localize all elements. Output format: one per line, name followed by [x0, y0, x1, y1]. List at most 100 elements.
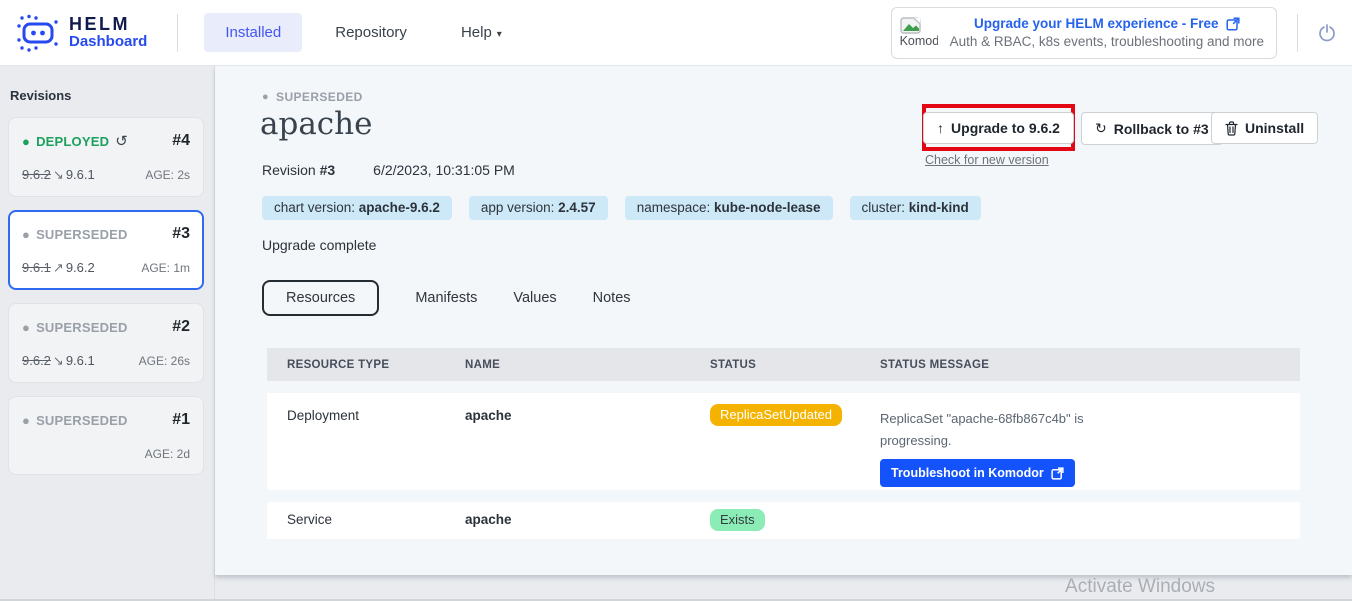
power-icon: [1318, 24, 1336, 42]
status-badge: ReplicaSetUpdated: [710, 404, 842, 426]
revision-versions: 9.6.1↗9.6.2: [22, 260, 95, 276]
arrow-up-icon: ↑: [937, 120, 944, 136]
cell-status: ReplicaSetUpdated: [690, 393, 860, 490]
revisions-title: Revisions: [10, 88, 204, 103]
chart-version-chip: chart version: apache-9.6.2: [262, 196, 452, 220]
tab-resources[interactable]: Resources: [262, 280, 379, 316]
tab-manifests[interactable]: Manifests: [415, 281, 477, 315]
cell-name: apache: [445, 393, 690, 490]
reload-icon: ↺: [115, 132, 128, 150]
help-label: Help: [461, 24, 492, 41]
cluster-chip: cluster: kind-kind: [850, 196, 981, 220]
external-link-icon: [1226, 17, 1240, 31]
revision-versions: 9.6.2↘9.6.1: [22, 353, 95, 369]
broken-image-icon: [900, 17, 921, 34]
revision-label: Revision #3: [262, 162, 335, 178]
revision-info-row: Revision #3 6/2/2023, 10:31:05 PM: [262, 162, 515, 178]
check-new-version-link[interactable]: Check for new version: [925, 153, 1049, 167]
revision-age: AGE: 2d: [145, 447, 190, 461]
top-navbar: HELM Dashboard Installed Repository Help…: [0, 0, 1352, 66]
revision-status: ●SUPERSEDED: [22, 413, 128, 428]
shutdown-button[interactable]: [1318, 24, 1336, 42]
uninstall-button[interactable]: Uninstall: [1211, 112, 1318, 144]
revision-number: #3: [172, 225, 190, 243]
banner-text: Upgrade your HELM experience - Free Auth…: [950, 16, 1264, 49]
nav-tab-repository[interactable]: Repository: [314, 13, 428, 52]
annotation-highlight-box: ↑ Upgrade to 9.6.2: [922, 104, 1075, 151]
cell-status-message: [860, 502, 1300, 539]
navbar-divider: [177, 14, 178, 52]
tab-values[interactable]: Values: [513, 281, 556, 315]
status-badge: Exists: [710, 509, 765, 531]
upgrade-button[interactable]: ↑ Upgrade to 9.6.2: [923, 112, 1074, 144]
revision-status: ●SUPERSEDED: [22, 320, 128, 335]
revision-status: ●SUPERSEDED: [22, 227, 128, 242]
release-status-label: ● SUPERSEDED: [262, 90, 363, 104]
komodor-alt-text: Komodor: [900, 34, 938, 48]
tab-notes[interactable]: Notes: [593, 281, 631, 315]
logo-dashboard-label: Dashboard: [69, 34, 147, 50]
status-dot-icon: ●: [22, 227, 30, 242]
table-row: Service apache Exists: [267, 502, 1300, 539]
komodor-promo-banner[interactable]: Komodor Upgrade your HELM experience - F…: [891, 7, 1277, 59]
revision-number: #1: [172, 411, 190, 429]
nav-tab-installed[interactable]: Installed: [204, 13, 302, 52]
app-version-chip: app version: 2.4.57: [469, 196, 608, 220]
rollback-button[interactable]: ↻ Rollback to #3: [1081, 112, 1223, 145]
banner-title[interactable]: Upgrade your HELM experience - Free: [950, 16, 1264, 31]
navbar-divider-right: [1297, 14, 1298, 52]
navbar-tabs: Installed Repository Help ▾: [204, 13, 522, 52]
status-dot-icon: ●: [22, 134, 30, 149]
revision-age: AGE: 2s: [145, 168, 190, 182]
revision-card-3[interactable]: ●SUPERSEDED #3 9.6.1↗9.6.2 AGE: 1m: [8, 210, 204, 290]
logo-helm-label: HELM: [69, 15, 147, 34]
namespace-chip: namespace: kube-node-lease: [625, 196, 833, 220]
helm-logo-icon: [16, 13, 60, 53]
version-arrow-icon: ↘: [51, 353, 66, 368]
external-link-icon: [1051, 467, 1064, 480]
version-arrow-icon: ↘: [51, 167, 66, 182]
logo-text: HELM Dashboard: [69, 15, 147, 50]
revision-versions: 9.6.2↘9.6.1: [22, 167, 95, 183]
revision-age: AGE: 1m: [141, 261, 190, 275]
cell-status-message: ReplicaSet "apache-68fb867c4b" is progre…: [860, 393, 1085, 490]
resources-table: RESOURCE TYPE NAME STATUS STATUS MESSAGE…: [267, 348, 1300, 539]
trash-icon: [1225, 121, 1238, 136]
banner-subtitle: Auth & RBAC, k8s events, troubleshooting…: [950, 34, 1264, 49]
col-name: NAME: [445, 359, 690, 371]
revision-number: #4: [172, 132, 190, 150]
nav-tab-help[interactable]: Help ▾: [440, 13, 523, 52]
status-dot-icon: ●: [22, 320, 30, 335]
revision-card-4[interactable]: ●DEPLOYED↺ #4 9.6.2↘9.6.1 AGE: 2s: [8, 117, 204, 197]
release-detail-panel: ● SUPERSEDED apache Revision #3 6/2/2023…: [215, 66, 1352, 575]
helm-dashboard-logo[interactable]: HELM Dashboard: [16, 13, 147, 53]
revision-status: ●DEPLOYED↺: [22, 132, 128, 150]
revision-date: 6/2/2023, 10:31:05 PM: [373, 162, 515, 178]
komodor-broken-image: Komodor: [900, 17, 940, 48]
col-status-message: STATUS MESSAGE: [860, 359, 1300, 371]
revisions-sidebar: Revisions ●DEPLOYED↺ #4 9.6.2↘9.6.1 AGE:…: [0, 66, 215, 601]
cell-resource-type: Deployment: [267, 393, 445, 490]
version-arrow-icon: ↗: [51, 260, 66, 275]
col-resource-type: RESOURCE TYPE: [267, 359, 445, 371]
status-dot-icon: ●: [22, 413, 30, 428]
activate-windows-watermark: Activate Windows: [1065, 576, 1215, 598]
revision-card-1[interactable]: ●SUPERSEDED #1 AGE: 2d: [8, 396, 204, 475]
cell-name: apache: [445, 502, 690, 539]
metadata-chips: chart version: apache-9.6.2 app version:…: [262, 196, 981, 220]
rollback-icon: ↻: [1095, 120, 1107, 137]
col-status: STATUS: [690, 359, 860, 371]
table-row: Deployment apache ReplicaSetUpdated Repl…: [267, 393, 1300, 490]
banner-title-text: Upgrade your HELM experience - Free: [974, 16, 1219, 31]
status-dot-icon: ●: [262, 91, 269, 103]
chevron-down-icon: ▾: [497, 29, 502, 40]
cell-status: Exists: [690, 502, 860, 539]
revision-card-2[interactable]: ●SUPERSEDED #2 9.6.2↘9.6.1 AGE: 26s: [8, 303, 204, 383]
revision-age: AGE: 26s: [139, 354, 190, 368]
detail-tabs: Resources Manifests Values Notes: [262, 280, 631, 316]
page-title: apache: [260, 106, 372, 142]
troubleshoot-komodor-button[interactable]: Troubleshoot in Komodor: [880, 459, 1075, 487]
table-header-row: RESOURCE TYPE NAME STATUS STATUS MESSAGE: [267, 348, 1300, 381]
status-message-text: ReplicaSet "apache-68fb867c4b" is progre…: [880, 408, 1085, 452]
revision-number: #2: [172, 318, 190, 336]
